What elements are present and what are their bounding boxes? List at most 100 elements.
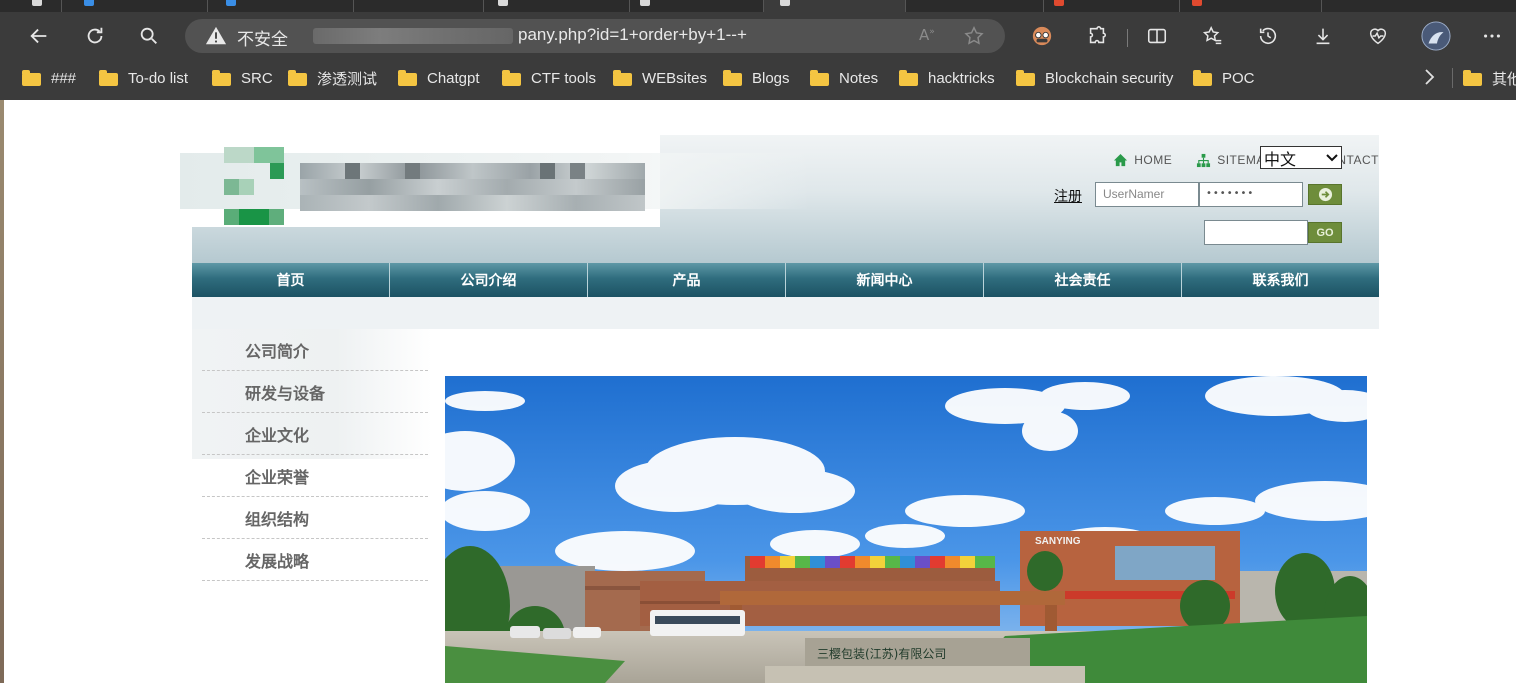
password-input[interactable]: ••••••• <box>1199 182 1303 207</box>
search-go-button[interactable]: GO <box>1308 222 1342 243</box>
building-sign: SANYING <box>1035 536 1081 547</box>
language-select-value: 中文 <box>1264 149 1297 169</box>
bookmark-folder-other[interactable]: 其他 <box>1463 66 1516 90</box>
browser-toolbar: 不安全 pany.php?id=1+order+by+1--+ A» <box>0 12 1516 60</box>
bookmark-folder[interactable]: Notes <box>810 66 878 90</box>
bookmark-folder[interactable]: CTF tools <box>502 66 596 90</box>
url-text[interactable]: pany.php?id=1+order+by+1--+ <box>518 25 747 45</box>
extensions-button[interactable] <box>1083 22 1111 50</box>
bookmark-label: ### <box>51 69 77 87</box>
download-icon <box>1316 28 1330 45</box>
search-icon <box>140 27 157 44</box>
back-arrow-icon <box>30 28 47 44</box>
history-icon <box>1259 27 1277 45</box>
factory-illustration: SANYING 三樱包装(江苏)有限公司 <box>445 376 1367 683</box>
bookmark-label: hacktricks <box>928 69 995 87</box>
extension-avatar-button[interactable] <box>1028 22 1056 50</box>
bookmark-folder[interactable]: Chatgpt <box>398 66 480 90</box>
search-button[interactable] <box>134 21 164 51</box>
folder-icon <box>1463 70 1482 86</box>
bookmark-label: To-do list <box>128 69 189 87</box>
bookmark-folder[interactable]: hacktricks <box>899 66 995 90</box>
profile-button[interactable] <box>1420 20 1452 52</box>
browser-tab[interactable] <box>630 0 764 12</box>
window-edge <box>0 100 4 683</box>
browser-tab[interactable] <box>484 0 630 12</box>
nav-item-about[interactable]: 公司介绍 <box>390 263 588 297</box>
favorites-icon <box>1202 26 1222 45</box>
bookmark-label: Chatgpt <box>427 69 480 87</box>
refresh-icon <box>87 27 103 44</box>
bookmark-folder[interactable]: WEBsites <box>613 66 707 90</box>
performance-button[interactable] <box>1364 22 1392 50</box>
sub-banner-band <box>192 297 1379 329</box>
chevron-down-icon <box>1326 153 1338 161</box>
home-link[interactable]: HOME <box>1113 153 1172 168</box>
browser-tab-active[interactable] <box>764 0 906 12</box>
favorite-star-icon[interactable] <box>963 25 985 47</box>
bookmark-label: Blogs <box>752 69 790 87</box>
toolbar-divider <box>1127 29 1128 47</box>
language-select[interactable]: 中文 <box>1260 146 1342 169</box>
bookmark-label: 渗透测试 <box>317 70 378 88</box>
downloads-button[interactable] <box>1309 22 1337 50</box>
bookmark-folder[interactable]: ### <box>22 66 76 90</box>
folder-icon <box>212 70 231 86</box>
bookmark-folder[interactable]: SRC <box>212 66 273 90</box>
arrow-right-circle-icon <box>1318 187 1332 202</box>
bookmarks-bar: ### To-do list SRC 渗透测试 Chatgpt CTF tool… <box>0 62 1516 94</box>
register-link[interactable]: 注册 <box>1054 186 1082 206</box>
sidebar-item-profile[interactable]: 公司简介 <box>202 329 428 371</box>
bookmark-label: Blockchain security <box>1045 69 1174 87</box>
warning-icon[interactable] <box>205 25 227 47</box>
security-label[interactable]: 不安全 <box>237 25 288 50</box>
nav-item-contact[interactable]: 联系我们 <box>1182 263 1379 297</box>
more-menu-button[interactable] <box>1478 22 1506 50</box>
browser-tab[interactable] <box>1322 0 1516 12</box>
sidebar-item-honors[interactable]: 企业荣誉 <box>202 455 428 497</box>
sidebar-item-rnd[interactable]: 研发与设备 <box>202 371 428 413</box>
browser-tab[interactable] <box>1044 0 1180 12</box>
back-button[interactable] <box>24 21 54 51</box>
folder-icon <box>613 70 632 86</box>
chevron-right-icon[interactable] <box>1420 66 1438 88</box>
sidebar-item-structure[interactable]: 组织结构 <box>202 497 428 539</box>
browser-tab[interactable] <box>1180 0 1322 12</box>
folder-icon <box>22 70 41 86</box>
sidebar: 公司简介 研发与设备 企业文化 企业荣誉 组织结构 发展战略 <box>192 329 432 683</box>
bookmark-folder[interactable]: POC <box>1193 66 1255 90</box>
sidebar-item-culture[interactable]: 企业文化 <box>202 413 428 455</box>
folder-icon <box>723 70 742 86</box>
address-bar[interactable]: 不安全 pany.php?id=1+order+by+1--+ A» <box>185 19 1005 53</box>
read-aloud-icon[interactable]: A» <box>919 26 941 46</box>
login-button[interactable] <box>1308 184 1342 205</box>
bookmark-folder[interactable]: Blogs <box>723 66 790 90</box>
browser-chrome: 不安全 pany.php?id=1+order+by+1--+ A» ### T… <box>0 0 1516 100</box>
sidebar-item-strategy[interactable]: 发展战略 <box>202 539 428 581</box>
bookmark-folder[interactable]: To-do list <box>99 66 188 90</box>
favorites-button[interactable] <box>1199 22 1227 50</box>
browser-tab[interactable] <box>354 0 484 12</box>
site-search-input[interactable] <box>1204 220 1308 245</box>
split-screen-button[interactable] <box>1143 22 1171 50</box>
bookmark-folder[interactable]: Blockchain security <box>1016 66 1173 90</box>
username-input[interactable]: UserNamer <box>1095 182 1199 207</box>
nav-item-products[interactable]: 产品 <box>588 263 786 297</box>
folder-icon <box>99 70 118 86</box>
extension-avatar-icon <box>1032 26 1052 46</box>
web-page: HOME SITEMAP CONTACT 中文 注册 UserNamer •••… <box>0 100 1516 683</box>
browser-tab[interactable] <box>62 0 208 12</box>
browser-tab[interactable] <box>0 0 62 12</box>
split-screen-icon <box>1147 28 1167 44</box>
browser-tab[interactable] <box>208 0 354 12</box>
browser-tab[interactable] <box>906 0 1044 12</box>
nav-item-responsibility[interactable]: 社会责任 <box>984 263 1182 297</box>
history-button[interactable] <box>1254 22 1282 50</box>
heart-pulse-icon <box>1369 28 1387 45</box>
refresh-button[interactable] <box>80 21 110 51</box>
nav-item-home[interactable]: 首页 <box>192 263 390 297</box>
bookmark-label: Notes <box>839 69 879 87</box>
bookmark-folder[interactable]: 渗透测试 <box>288 66 377 90</box>
folder-icon <box>1193 70 1212 86</box>
nav-item-news[interactable]: 新闻中心 <box>786 263 984 297</box>
